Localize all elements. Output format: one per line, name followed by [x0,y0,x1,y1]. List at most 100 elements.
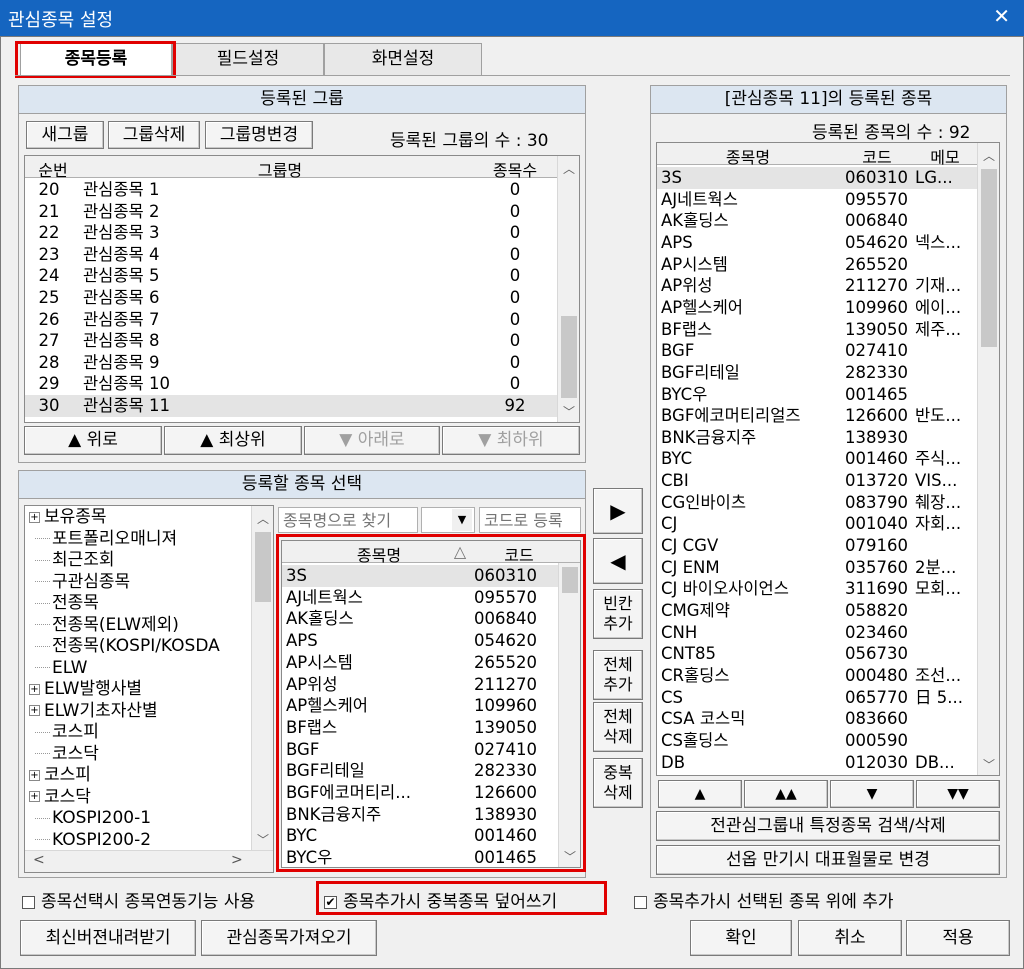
tree-item[interactable]: 전종목(ELW제외) [29,615,179,637]
tree-item[interactable]: + 보유종목 [29,507,107,529]
option-insert-above[interactable]: 종목추가시 선택된 종목 위에 추가 [634,887,894,912]
tree-item[interactable]: KOSPI200-2 [29,830,151,846]
registered-row[interactable]: BYC 001460 주식... [657,448,977,470]
registered-row[interactable]: CNH 023460 [657,622,977,644]
group-row[interactable]: 28 관심종목 9 0 [25,352,557,374]
tree-item[interactable]: + 코스닥 [29,787,91,809]
tree-item[interactable]: + ELW발행사별 [29,679,142,701]
registered-row[interactable]: CG인바이츠 083790 췌장... [657,492,977,514]
registered-row[interactable]: CJ 바이오사이언스 311690 모회... [657,578,977,600]
tree-item[interactable]: + ELW기초자산별 [29,701,158,723]
group-row[interactable]: 21 관심종목 2 0 [25,201,557,223]
registered-row[interactable]: 3S 060310 LG... [657,167,977,189]
import-watchlist-button[interactable]: 관심종목가져오기 [201,920,377,956]
reg-move-top-button[interactable]: ▲▲ [744,780,828,808]
chevron-up-icon[interactable]: ︿ [558,160,579,177]
chevron-down-icon[interactable]: ﹀ [558,403,579,420]
expand-plus-icon[interactable]: + [29,705,40,716]
search-type-dropdown[interactable]: ▼ [421,507,475,533]
chevron-up-icon[interactable]: ︿ [978,147,999,164]
registered-row[interactable]: CJ 001040 자회... [657,513,977,535]
move-down-button[interactable]: ▼ 아래로 [304,426,440,455]
registered-row[interactable]: AK홀딩스 006840 [657,210,977,232]
col-group-name[interactable]: 그룹명 [81,157,479,181]
search-name-input[interactable] [278,507,418,533]
registered-row[interactable]: AP시스템 265520 [657,254,977,276]
registered-row[interactable]: BGF리테일 282330 [657,362,977,384]
registered-scrollbar[interactable]: ︿ ﹀ [977,143,999,775]
tree-hscroll[interactable]: < > [25,850,273,872]
col-item-count[interactable]: 종목수 [480,157,550,181]
scroll-thumb[interactable] [561,316,577,398]
tree-item[interactable]: 코스피 [29,722,99,744]
scroll-thumb[interactable] [255,532,271,602]
chevron-down-icon[interactable]: ﹀ [978,756,999,773]
tree-item[interactable]: 포트폴리오매니져 [29,529,177,551]
col-code[interactable]: 코드 [839,144,915,168]
expand-plus-icon[interactable]: + [29,791,40,802]
registered-row[interactable]: AP위성 211270 기재... [657,275,977,297]
chevron-down-icon[interactable]: ﹀ [252,831,273,848]
category-tree[interactable]: + 보유종목 포트폴리오매니져 최근조회 구관심종목 전종목 전종목(ELW제외) 전종목(K… [24,505,274,873]
registered-row[interactable]: CMG제약 058820 [657,600,977,622]
registered-row[interactable]: CR홀딩스 000480 조선... [657,665,977,687]
tree-item[interactable]: 구관심종목 [29,572,130,594]
move-top-button[interactable]: ▲ 최상위 [164,426,302,455]
registered-row[interactable]: CSA 코스믹 083660 [657,708,977,730]
registered-row[interactable]: BYC우 001465 [657,384,977,406]
registered-row[interactable]: BGF 027410 [657,340,977,362]
group-row[interactable]: 30 관심종목 11 92 [25,395,557,417]
group-row[interactable]: 25 관심종목 6 0 [25,287,557,309]
new-group-button[interactable]: 새그룹 [26,121,104,149]
group-row[interactable]: 20 관심종목 1 0 [25,179,557,201]
move-bottom-button[interactable]: ▼ 최하위 [442,426,580,455]
delete-duplicate-button[interactable]: 중복 삭제 [593,758,643,808]
search-code-input[interactable] [479,507,581,533]
delete-group-button[interactable]: 그룹삭제 [108,121,200,149]
group-list-scrollbar[interactable]: ︿ ﹀ [557,156,579,422]
chevron-left-icon[interactable]: < [33,852,45,868]
registered-row[interactable]: AP헬스케어 109960 에이... [657,297,977,319]
registered-row[interactable]: CS 065770 日 5... [657,687,977,709]
add-blank-button[interactable]: 빈칸 추가 [593,589,643,639]
rename-group-button[interactable]: 그룹명변경 [205,121,313,149]
registered-row[interactable]: CBI 013720 VIS... [657,470,977,492]
tree-item[interactable]: 전종목 [29,593,99,615]
expand-plus-icon[interactable]: + [29,511,40,523]
reg-move-down-button[interactable]: ▼ [830,780,914,808]
tree-item[interactable]: + 코스피 [29,765,91,787]
futures-rollover-button[interactable]: 선옵 만기시 대표월물로 변경 [656,845,1000,875]
col-memo[interactable]: 메모 [915,144,975,168]
apply-button[interactable]: 적용 [906,920,1010,956]
reg-move-up-button[interactable]: ▲ [658,780,742,808]
tree-item[interactable]: 전종목(KOSPI/KOSDA [29,636,220,658]
tree-item[interactable]: ELW [29,658,87,680]
add-all-button[interactable]: 전체 추가 [593,650,643,700]
reg-move-bottom-button[interactable]: ▼▼ [916,780,1000,808]
group-row[interactable]: 29 관심종목 10 0 [25,373,557,395]
registered-row[interactable]: CNT85 056730 [657,643,977,665]
close-icon[interactable]: ✕ [993,4,1010,28]
move-up-button[interactable]: ▲ 위로 [24,426,162,455]
download-latest-button[interactable]: 최신버젼내려받기 [20,920,196,956]
group-row[interactable]: 22 관심종목 3 0 [25,222,557,244]
registered-row[interactable]: CJ ENM 035760 2분... [657,557,977,579]
tree-item[interactable]: 최근조회 [29,550,115,572]
registered-list[interactable]: 종목명 코드 메모 3S 060310 LG... AJ네트웍스 095570 AK홀딩스… [656,142,1000,776]
chevron-up-icon[interactable]: ︿ [252,510,273,527]
col-stock-name[interactable]: 종목명 [659,144,837,168]
registered-row[interactable]: DB 012030 DB... [657,752,977,774]
registered-row[interactable]: CS홀딩스 000590 [657,730,977,752]
expand-plus-icon[interactable]: + [29,769,40,781]
search-delete-all-groups-button[interactable]: 전관심그룹내 특정종목 검색/삭제 [656,811,1000,841]
group-row[interactable]: 27 관심종목 8 0 [25,330,557,352]
scroll-thumb[interactable] [981,169,997,347]
registered-row[interactable]: BF랩스 139050 제주... [657,319,977,341]
registered-row[interactable]: AJ네트웍스 095570 [657,189,977,211]
group-row[interactable]: 24 관심종목 5 0 [25,265,557,287]
checkbox-icon[interactable] [22,895,35,909]
ok-button[interactable]: 확인 [690,920,792,956]
chevron-right-icon[interactable]: > [231,852,243,868]
registered-row[interactable]: CJ CGV 079160 [657,535,977,557]
add-arrow-button[interactable]: ▶ [593,488,643,534]
